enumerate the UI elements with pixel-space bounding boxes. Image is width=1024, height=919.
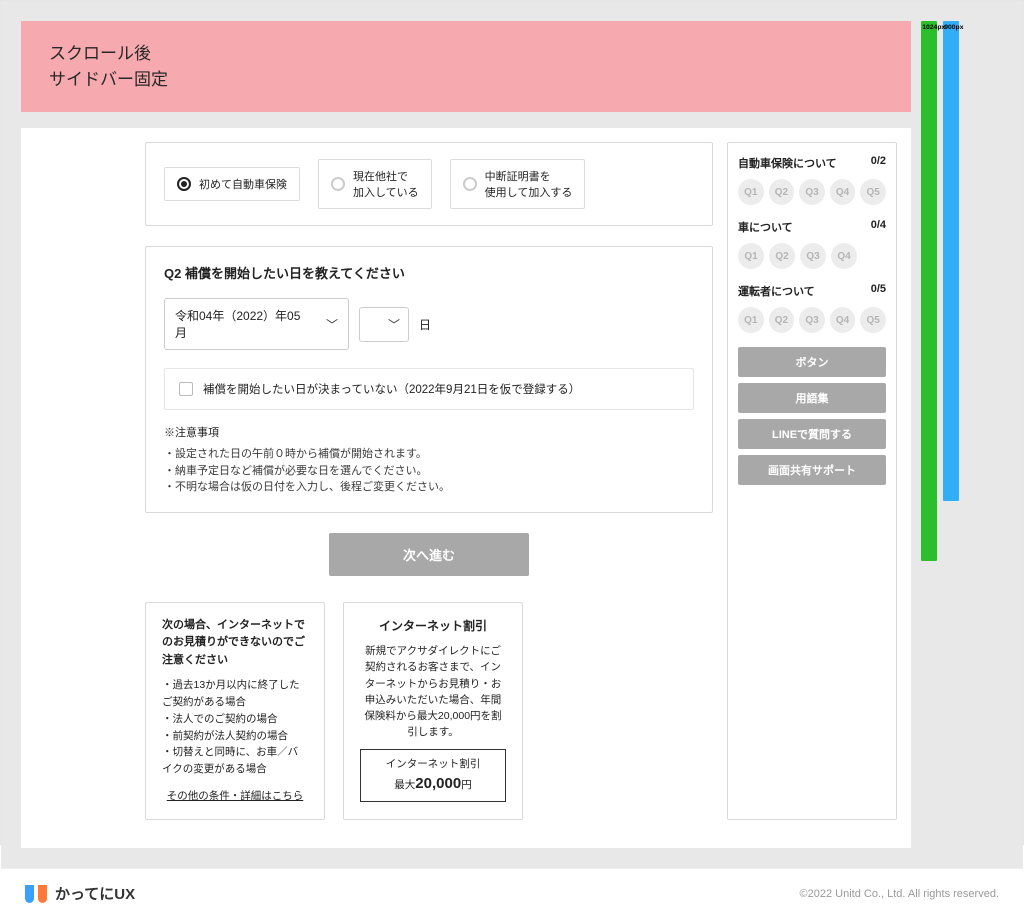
option-first-time[interactable]: 初めて自動車保険: [164, 167, 300, 201]
q2-title: Q2 補償を開始したい日を教えてください: [164, 263, 694, 282]
side-btn-screenshare[interactable]: 画面共有サポート: [738, 455, 886, 485]
q-step[interactable]: Q3: [800, 243, 826, 269]
brand-logo-icon: [25, 883, 47, 905]
option-card: 初めて自動車保険 現在他社で加入している 中断証明書を使用して加入する: [145, 142, 713, 226]
q-step[interactable]: Q1: [738, 243, 764, 269]
q-step[interactable]: Q1: [738, 307, 764, 333]
ruler-1024: 1024px: [921, 21, 937, 561]
option-other-company[interactable]: 現在他社で加入している: [318, 159, 432, 209]
warn-item: 前契約が法人契約の場合: [162, 728, 308, 745]
q-step[interactable]: Q3: [799, 307, 825, 333]
q-step[interactable]: Q4: [830, 179, 856, 205]
warn-item: 切替えと同時に、お車／バイクの変更がある場合: [162, 744, 308, 778]
ruler-900: 900px: [943, 21, 959, 501]
note-item: ・不明な場合は仮の日付を入力し、後程ご変更ください。: [164, 479, 694, 496]
banner: スクロール後 サイドバー固定: [21, 21, 911, 112]
note-heading: ※注意事項: [164, 424, 694, 440]
warn-item: 過去13か月以内に終了したご契約がある場合: [162, 677, 308, 711]
side-btn-line[interactable]: LINEで質問する: [738, 419, 886, 449]
sidebar: 自動車保険について0/2 Q1 Q2 Q3 Q4 Q5 車について0/4 Q1 …: [727, 142, 897, 820]
warning-card: 次の場合、インターネットでのお見積りができないのでご注意ください 過去13か月以…: [145, 602, 325, 820]
brand: かってにUX: [25, 883, 135, 905]
banner-line1: スクロール後: [49, 41, 883, 67]
footer: かってにUX ©2022 Unitd Co., Ltd. All rights …: [1, 868, 1023, 919]
q-step[interactable]: Q4: [831, 243, 857, 269]
copyright: ©2022 Unitd Co., Ltd. All rights reserve…: [800, 888, 999, 900]
promo-title: インターネット割引: [360, 617, 506, 636]
q-step[interactable]: Q2: [769, 243, 795, 269]
next-button[interactable]: 次へ進む: [329, 533, 529, 576]
q-step[interactable]: Q1: [738, 179, 764, 205]
q-step[interactable]: Q3: [799, 179, 825, 205]
artboard: 初めて自動車保険 現在他社で加入している 中断証明書を使用して加入する Q2 補…: [21, 128, 911, 848]
note-item: ・納車予定日など補償が必要な日を選んでください。: [164, 463, 694, 480]
warn-more-link[interactable]: その他の条件・詳細はこちら: [162, 788, 308, 805]
checkbox-icon: [179, 382, 193, 396]
day-select[interactable]: ﹀: [359, 307, 409, 342]
month-select[interactable]: 令和04年（2022）年05月 ﹀: [164, 298, 349, 350]
q-step[interactable]: Q2: [769, 179, 795, 205]
undecided-checkbox-row[interactable]: 補償を開始したい日が決まっていない（2022年9月21日を仮で登録する）: [164, 368, 694, 410]
chevron-down-icon: ﹀: [388, 316, 400, 333]
q-step[interactable]: Q2: [769, 307, 795, 333]
promo-box: インターネット割引 最大20,000円: [360, 749, 506, 803]
promo-body: 新規でアクサダイレクトにご契約されるお客さまで、インターネットからお見積り・お申…: [360, 643, 506, 741]
chevron-down-icon: ﹀: [326, 316, 338, 333]
q2-card: Q2 補償を開始したい日を教えてください 令和04年（2022）年05月 ﹀ ﹀…: [145, 246, 713, 513]
radio-icon: [331, 177, 345, 191]
side-btn-glossary[interactable]: 用語集: [738, 383, 886, 413]
banner-line2: サイドバー固定: [49, 67, 883, 93]
q-step[interactable]: Q4: [830, 307, 856, 333]
q-step[interactable]: Q5: [860, 179, 886, 205]
option-suspension-cert[interactable]: 中断証明書を使用して加入する: [450, 159, 586, 209]
promo-card: インターネット割引 新規でアクサダイレクトにご契約されるお客さまで、インターネッ…: [343, 602, 523, 820]
note-item: ・設定された日の午前０時から補償が開始されます。: [164, 446, 694, 463]
side-btn-button[interactable]: ボタン: [738, 347, 886, 377]
warning-title: 次の場合、インターネットでのお見積りができないのでご注意ください: [162, 617, 308, 670]
radio-selected-icon: [177, 177, 191, 191]
radio-icon: [463, 177, 477, 191]
rulers: 1024px 900px: [921, 21, 959, 561]
day-suffix: 日: [419, 316, 431, 333]
warn-item: 法人でのご契約の場合: [162, 711, 308, 728]
q-step[interactable]: Q5: [860, 307, 886, 333]
